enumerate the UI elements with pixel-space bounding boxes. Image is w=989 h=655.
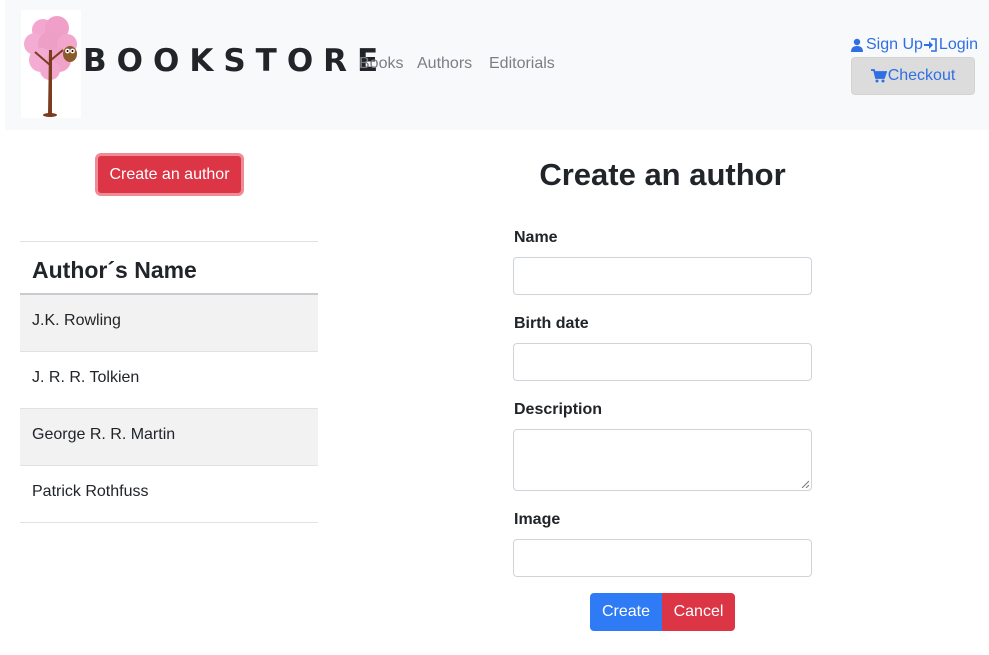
table-row[interactable]: J.K. Rowling bbox=[20, 295, 318, 352]
checkout-label: Checkout bbox=[887, 67, 956, 84]
table-row[interactable]: George R. R. Martin bbox=[20, 409, 318, 466]
bookstore-logo[interactable] bbox=[21, 10, 81, 118]
table-row[interactable]: J. R. R. Tolkien bbox=[20, 352, 318, 409]
signup-link[interactable]: Sign Up bbox=[850, 36, 923, 54]
description-label: Description bbox=[514, 401, 603, 418]
tree-owl-logo-icon bbox=[21, 10, 81, 118]
form-title: Create an author bbox=[539, 157, 786, 192]
signup-label: Sign Up bbox=[866, 36, 923, 53]
table-row[interactable]: Patrick Rothfuss bbox=[20, 466, 318, 523]
description-textarea[interactable] bbox=[513, 429, 812, 491]
nav-link-books[interactable]: Books bbox=[359, 55, 403, 73]
nav-link-authors[interactable]: Authors bbox=[417, 55, 472, 73]
create-button[interactable]: Create bbox=[590, 593, 662, 631]
name-label: Name bbox=[514, 229, 558, 246]
top-navbar: BOOKSTORE Books Authors Editorials Sign … bbox=[5, 0, 989, 130]
login-link[interactable]: Login bbox=[923, 36, 978, 54]
cancel-button[interactable]: Cancel bbox=[662, 593, 735, 631]
birth-date-label: Birth date bbox=[514, 315, 589, 332]
shopping-cart-icon bbox=[870, 69, 887, 83]
resize-grip-icon[interactable] bbox=[801, 480, 809, 488]
login-icon bbox=[923, 38, 937, 52]
birth-date-input[interactable] bbox=[513, 343, 812, 381]
create-author-button[interactable]: Create an author bbox=[95, 153, 244, 196]
image-label: Image bbox=[514, 511, 561, 528]
nav-link-editorials[interactable]: Editorials bbox=[489, 55, 555, 73]
user-icon bbox=[851, 38, 863, 52]
table-header-author-name: Author´s Name bbox=[20, 241, 318, 295]
auth-links: Sign Up Login bbox=[850, 36, 978, 54]
name-input[interactable] bbox=[513, 257, 812, 295]
image-input[interactable] bbox=[513, 539, 812, 577]
checkout-button[interactable]: Checkout bbox=[851, 57, 975, 95]
brand-title[interactable]: BOOKSTORE bbox=[83, 43, 388, 79]
authors-table: Author´s Name J.K. Rowling J. R. R. Tolk… bbox=[20, 241, 318, 523]
login-label: Login bbox=[938, 36, 979, 53]
